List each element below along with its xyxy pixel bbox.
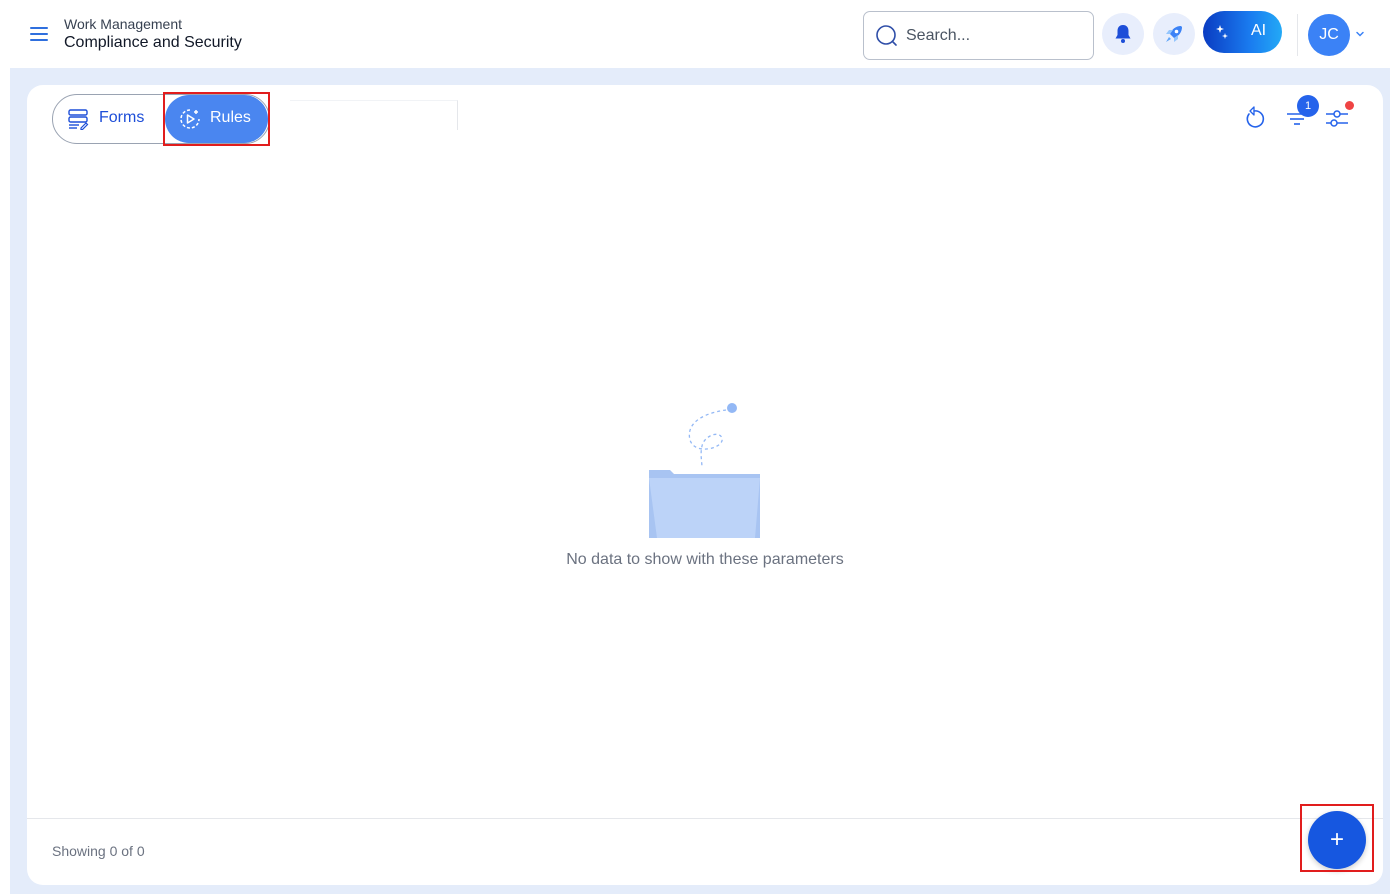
page-title: Compliance and Security — [64, 34, 242, 51]
toolbar-blank-field — [290, 100, 458, 130]
bell-icon — [1115, 25, 1131, 43]
footer-divider — [27, 818, 1383, 819]
search-box[interactable] — [863, 11, 1094, 60]
rule-play-icon — [180, 109, 200, 129]
rocket-icon — [1166, 26, 1182, 42]
ai-assistant-button[interactable]: AI — [1203, 11, 1282, 53]
search-input[interactable] — [906, 24, 1076, 48]
settings-indicator-dot — [1345, 101, 1354, 110]
sparkle-icon — [1216, 25, 1228, 39]
pagination-summary: Showing 0 of 0 — [52, 843, 145, 859]
empty-folder-icon — [649, 403, 760, 538]
app-header: Work Management Compliance and Security … — [0, 0, 1390, 68]
tab-forms[interactable]: Forms — [53, 95, 165, 143]
view-toggle: Forms Rules — [52, 94, 270, 144]
notifications-button[interactable] — [1102, 13, 1144, 55]
breadcrumb-section: Work Management — [64, 16, 183, 32]
page-title-block: Work Management Compliance and Security — [64, 16, 242, 53]
user-avatar[interactable]: JC — [1308, 14, 1350, 56]
header-divider — [1297, 14, 1298, 56]
reload-icon[interactable] — [1240, 104, 1268, 132]
chevron-down-icon[interactable] — [1354, 28, 1366, 40]
tab-rules[interactable]: Rules — [165, 95, 268, 143]
search-icon — [876, 25, 897, 46]
launch-button[interactable] — [1153, 13, 1195, 55]
form-list-icon — [68, 109, 89, 130]
hamburger-menu-icon[interactable] — [28, 24, 50, 44]
tab-rules-label: Rules — [210, 109, 251, 126]
add-rule-button[interactable]: + — [1308, 811, 1366, 869]
filter-count-badge: 1 — [1297, 95, 1319, 117]
tab-forms-label: Forms — [99, 109, 145, 126]
empty-state-message: No data to show with these parameters — [566, 551, 844, 568]
ai-label: AI — [1251, 22, 1267, 39]
